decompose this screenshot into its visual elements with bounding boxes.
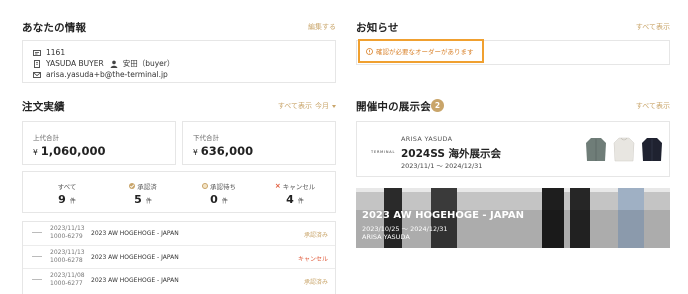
orders-section-header: 注文実績 すべて表示 今月	[22, 99, 336, 115]
thumbnail-placeholder	[32, 279, 42, 280]
building-icon	[33, 59, 41, 68]
lower-total-label: 下代合計	[193, 134, 219, 142]
order-stats-card: すべて 9件 承認済 5件 承認待ち 0件 × キャンセル 4件	[22, 171, 336, 213]
order-row[interactable]: 2023/11/08 1000-6277 2023 AW HOGEHOGE - J…	[23, 268, 335, 290]
banner-period: 2023/10/25 〜 2024/12/31	[362, 225, 448, 233]
stat-all-label: すべて	[57, 182, 77, 191]
product-image	[613, 137, 635, 162]
lower-total-value: ¥636,000	[193, 144, 253, 158]
order-number: 1000-6279	[50, 233, 83, 240]
notices-see-all-link[interactable]: すべて表示	[636, 22, 670, 32]
period-dropdown-label: 今月	[315, 102, 329, 110]
exhibitions-section-header: 開催中の展示会 2 すべて表示	[356, 99, 670, 115]
info-title: あなたの情報	[22, 22, 87, 34]
stat-approved-count: 5	[134, 193, 142, 206]
exhibitions-see-all-link[interactable]: すべて表示	[636, 101, 670, 111]
alert-circle-icon	[366, 47, 373, 55]
order-exhibition-name: 2023 AW HOGEHOGE - JAPAN	[91, 254, 179, 261]
exhibition-banner[interactable]: 2023 AW HOGEHOGE - JAPAN 2023/10/25 〜 20…	[356, 188, 670, 248]
stat-pending[interactable]: 承認待ち 0件	[184, 181, 254, 206]
order-alert-notice[interactable]: 確認が必要なオーダーがあります	[358, 39, 484, 63]
info-id: 1161	[46, 48, 66, 57]
currency-symbol: ¥	[33, 148, 38, 157]
currency-symbol: ¥	[193, 148, 198, 157]
stat-cancel-label: キャンセル	[282, 182, 316, 191]
stat-all-count: 9	[58, 193, 66, 206]
clock-icon	[202, 182, 208, 189]
order-date: 2023/11/13	[50, 225, 85, 232]
exhibition-brand: ARISA YASUDA	[401, 135, 453, 143]
upper-total-card: 上代合計 ¥1,060,000	[22, 121, 176, 165]
notices-title: お知らせ	[356, 22, 399, 34]
lower-total-card: 下代合計 ¥636,000	[182, 121, 336, 165]
period-dropdown[interactable]: 今月	[315, 101, 336, 111]
stat-unit: 件	[145, 198, 152, 205]
order-exhibition-name: 2023 AW HOGEHOGE - JAPAN	[91, 277, 179, 284]
edit-link[interactable]: 編集する	[308, 22, 336, 32]
brand-logo: TERMINAL	[371, 150, 396, 154]
lower-total-amount: 636,000	[200, 144, 254, 158]
stat-pending-count: 0	[210, 193, 218, 206]
order-alert-text: 確認が必要なオーダーがあります	[376, 48, 474, 56]
info-company: YASUDA BUYER	[46, 59, 104, 68]
stat-unit: 件	[297, 198, 304, 205]
exhibition-count-badge: 2	[431, 99, 444, 112]
stat-all[interactable]: すべて 9件	[32, 181, 102, 207]
id-card-icon	[33, 49, 41, 57]
order-status-badge: キャンセル	[297, 256, 328, 263]
order-number: 1000-6277	[50, 280, 83, 287]
stat-unit: 件	[69, 198, 76, 205]
info-section-header: あなたの情報 編集する	[22, 20, 336, 36]
info-company-row: YASUDA BUYER 安田（buyer）	[33, 58, 174, 69]
stat-cancel[interactable]: × キャンセル 4件	[260, 181, 330, 207]
check-circle-icon	[129, 182, 136, 189]
stat-pending-label: 承認待ち	[210, 182, 236, 191]
order-status-badge: 承認済み	[303, 279, 328, 286]
order-row[interactable]: 2023/11/13 1000-6278 2023 AW HOGEHOGE - J…	[23, 245, 335, 267]
product-image	[585, 137, 607, 162]
user-icon	[110, 60, 118, 68]
order-row[interactable]: 2023/11/13 1000-6279 2023 AW HOGEHOGE - J…	[23, 222, 335, 244]
stat-approved[interactable]: 承認済 5件	[108, 181, 178, 206]
cancel-x-icon: ×	[274, 181, 281, 190]
order-date: 2023/11/08	[50, 272, 85, 279]
order-number: 1000-6278	[50, 257, 83, 264]
product-image	[641, 137, 663, 162]
upper-total-amount: 1,060,000	[40, 144, 106, 158]
order-exhibition-name: 2023 AW HOGEHOGE - JAPAN	[91, 230, 179, 237]
info-user: 安田（buyer）	[122, 59, 175, 68]
order-status-badge: 承認済み	[303, 232, 328, 239]
upper-total-value: ¥1,060,000	[33, 144, 106, 158]
stat-unit: 件	[221, 198, 228, 205]
info-email-row: arisa.yasuda+b@the-terminal.jp	[33, 69, 168, 80]
mail-icon	[33, 71, 41, 79]
info-id-row: 1161	[33, 47, 65, 58]
info-email: arisa.yasuda+b@the-terminal.jp	[46, 70, 168, 79]
chevron-down-icon	[332, 104, 336, 108]
stat-cancel-count: 4	[286, 193, 294, 206]
thumbnail-placeholder	[32, 232, 42, 233]
orders-title: 注文実績	[22, 101, 65, 113]
notices-section-header: お知らせ すべて表示	[356, 20, 670, 36]
banner-title: 2023 AW HOGEHOGE - JAPAN	[362, 210, 525, 221]
exhibitions-title: 開催中の展示会	[356, 101, 431, 113]
exhibition-title: 2024SS 海外展示会	[401, 148, 502, 160]
upper-total-label: 上代合計	[33, 134, 59, 142]
banner-brand: ARISA YASUDA	[362, 233, 410, 241]
order-list: 2023/11/13 1000-6279 2023 AW HOGEHOGE - J…	[22, 221, 336, 294]
exhibition-period: 2023/11/1 〜 2024/12/31	[401, 162, 483, 170]
info-card: 1161 YASUDA BUYER 安田（buyer） arisa.yasuda…	[22, 40, 336, 83]
thumbnail-placeholder	[32, 256, 42, 257]
stat-approved-label: 承認済	[137, 182, 157, 191]
order-date: 2023/11/13	[50, 249, 85, 256]
orders-see-all-link[interactable]: すべて表示	[278, 101, 312, 111]
exhibition-card[interactable]: TERMINAL ARISA YASUDA 2024SS 海外展示会 2023/…	[356, 121, 670, 177]
